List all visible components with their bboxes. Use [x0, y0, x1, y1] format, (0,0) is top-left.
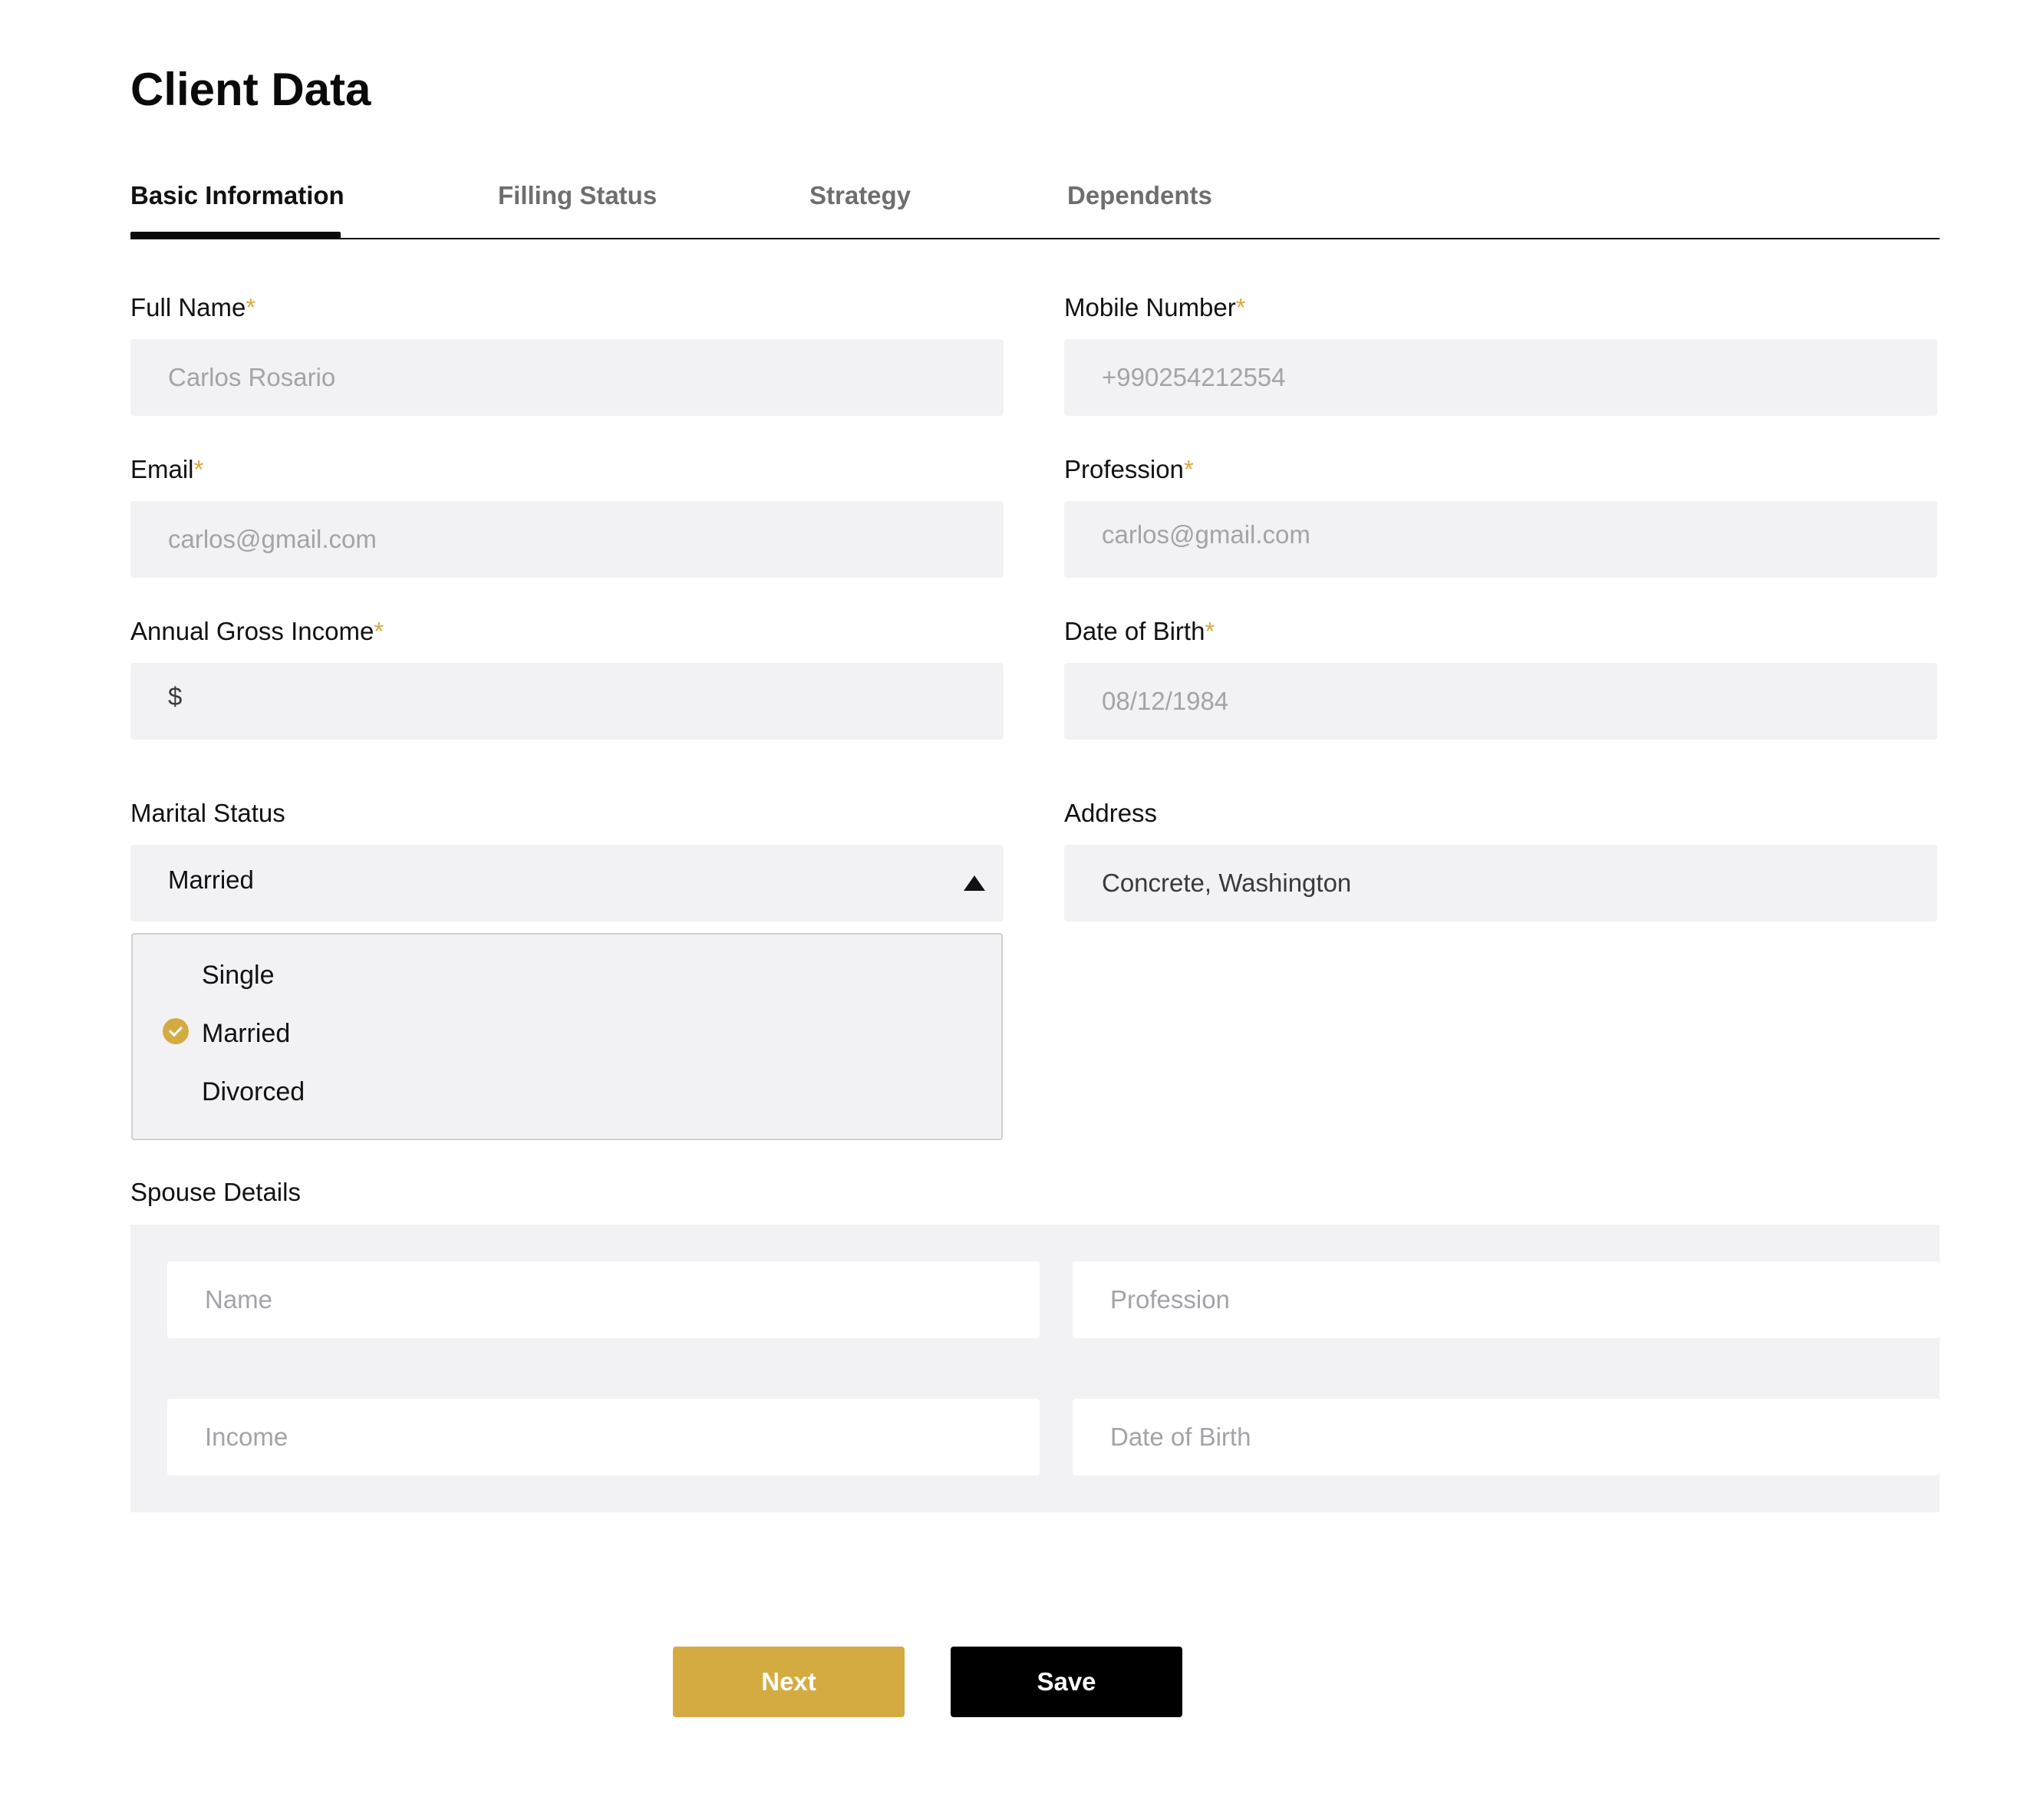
full-name-placeholder: Carlos Rosario [168, 363, 336, 391]
profession-field[interactable]: carlos@gmail.com [1064, 501, 1937, 578]
email-placeholder: carlos@gmail.com [168, 525, 377, 553]
spouse-details-title: Spouse Details [130, 1178, 301, 1206]
save-button[interactable]: Save [951, 1647, 1182, 1717]
page-title: Client Data [130, 64, 371, 115]
spouse-income-placeholder: Income [205, 1423, 288, 1451]
currency-prefix: $ [168, 682, 183, 711]
spouse-dob-placeholder: Date of Birth [1110, 1423, 1251, 1451]
date-of-birth-field[interactable]: 08/12/1984 [1064, 663, 1937, 740]
required-marker: * [374, 617, 384, 645]
required-marker: * [246, 293, 256, 321]
required-marker: * [1183, 455, 1194, 483]
required-marker: * [193, 455, 204, 483]
spouse-name-field[interactable]: Name [167, 1261, 1040, 1338]
spouse-details-panel: Name Profession Income Date of Birth [130, 1225, 1940, 1512]
required-marker: * [1205, 617, 1215, 645]
marital-status-value: Married [168, 865, 254, 894]
email-field[interactable]: carlos@gmail.com [130, 501, 1004, 578]
spouse-dob-field[interactable]: Date of Birth [1073, 1399, 1940, 1475]
caret-up-icon[interactable] [964, 875, 985, 891]
tab-dependents[interactable]: Dependents [1067, 181, 1212, 210]
spouse-profession-field[interactable]: Profession [1073, 1261, 1940, 1338]
option-divorced[interactable]: Divorced [202, 1077, 305, 1107]
full-name-label: Full Name* [130, 293, 256, 321]
required-marker: * [1235, 293, 1246, 321]
address-field[interactable]: Concrete, Washington [1064, 845, 1937, 922]
full-name-field[interactable]: Carlos Rosario [130, 339, 1004, 416]
tab-basic-information[interactable]: Basic Information [130, 181, 344, 210]
date-of-birth-label: Date of Birth* [1064, 617, 1215, 645]
option-single[interactable]: Single [202, 961, 275, 991]
annual-gross-income-field[interactable]: $ [130, 663, 1004, 740]
tab-strategy[interactable]: Strategy [809, 181, 911, 210]
spouse-income-field[interactable]: Income [167, 1399, 1040, 1475]
spouse-profession-placeholder: Profession [1110, 1285, 1230, 1314]
email-label: Email* [130, 455, 204, 483]
mobile-number-label: Mobile Number* [1064, 293, 1246, 321]
next-button[interactable]: Next [673, 1647, 905, 1717]
address-value: Concrete, Washington [1102, 869, 1352, 897]
mobile-number-field[interactable]: +990254212554 [1064, 339, 1937, 416]
marital-status-label: Marital Status [130, 799, 285, 827]
spouse-name-placeholder: Name [205, 1285, 273, 1314]
mobile-number-placeholder: +990254212554 [1102, 363, 1286, 391]
date-of-birth-placeholder: 08/12/1984 [1102, 687, 1229, 715]
address-label: Address [1064, 799, 1158, 827]
check-circle-icon [163, 1018, 189, 1044]
active-tab-indicator [130, 232, 341, 239]
profession-label: Profession* [1064, 455, 1194, 483]
profession-placeholder: carlos@gmail.com [1102, 520, 1310, 549]
option-married[interactable]: Married [202, 1019, 290, 1049]
marital-status-dropdown: Single Married Divorced [131, 933, 1003, 1140]
tab-divider [130, 238, 1940, 239]
marital-status-select[interactable]: Married [130, 845, 1004, 922]
annual-gross-income-label: Annual Gross Income* [130, 617, 384, 645]
tab-filling-status[interactable]: Filling Status [498, 181, 657, 210]
